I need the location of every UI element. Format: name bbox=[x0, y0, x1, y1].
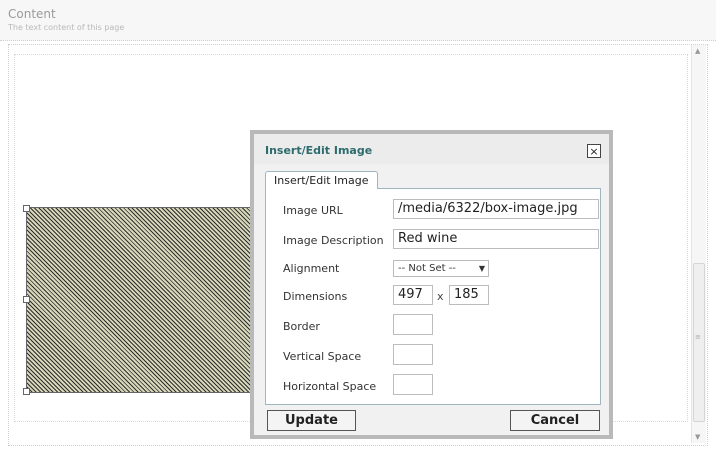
height-input[interactable]: 185 bbox=[449, 285, 489, 305]
horizontal-space-label: Horizontal Space bbox=[283, 380, 377, 393]
dialog-titlebar[interactable]: Insert/Edit Image × bbox=[254, 134, 609, 164]
update-button[interactable]: Update bbox=[267, 410, 356, 431]
image-url-label: Image URL bbox=[283, 204, 343, 217]
image-description-input[interactable]: Red wine bbox=[393, 229, 599, 249]
content-header: Content The text content of this page bbox=[0, 0, 716, 41]
dimensions-separator: x bbox=[437, 290, 444, 303]
resize-handle-middle-left[interactable] bbox=[23, 296, 30, 303]
grip-icon: ≡ bbox=[695, 333, 701, 341]
scroll-up-icon[interactable]: ▲ bbox=[695, 47, 700, 55]
editor-scrollbar[interactable]: ▲ ≡ ▼ bbox=[691, 45, 706, 443]
scroll-down-icon[interactable]: ▼ bbox=[695, 433, 700, 441]
insert-edit-image-dialog: Insert/Edit Image × Insert/Edit Image Im… bbox=[250, 130, 613, 439]
vertical-space-input[interactable] bbox=[393, 344, 433, 365]
resize-handle-top-left[interactable] bbox=[23, 205, 30, 212]
content-subtitle: The text content of this page bbox=[8, 23, 125, 32]
horizontal-space-input[interactable] bbox=[393, 374, 433, 395]
tab-insert-edit-image[interactable]: Insert/Edit Image bbox=[265, 171, 378, 189]
selected-image[interactable] bbox=[26, 207, 278, 393]
resize-handle-bottom-left[interactable] bbox=[23, 388, 30, 395]
dimensions-label: Dimensions bbox=[283, 290, 348, 303]
border-input[interactable] bbox=[393, 314, 433, 335]
dialog-title: Insert/Edit Image bbox=[265, 144, 373, 157]
scroll-thumb[interactable]: ≡ bbox=[693, 263, 705, 422]
close-icon[interactable]: × bbox=[587, 144, 601, 158]
vertical-space-label: Vertical Space bbox=[283, 350, 362, 363]
alignment-select[interactable]: -- Not Set -- ▼ bbox=[393, 260, 489, 277]
cancel-button[interactable]: Cancel bbox=[510, 410, 600, 431]
image-url-input[interactable]: /media/6322/box-image.jpg bbox=[393, 199, 599, 219]
chevron-down-icon: ▼ bbox=[478, 264, 485, 273]
image-description-label: Image Description bbox=[283, 234, 384, 247]
alignment-label: Alignment bbox=[283, 262, 340, 275]
content-title: Content bbox=[8, 7, 56, 21]
image-properties-panel: Image URL /media/6322/box-image.jpg Imag… bbox=[265, 188, 601, 405]
border-label: Border bbox=[283, 320, 320, 333]
alignment-value: -- Not Set -- bbox=[398, 263, 456, 274]
width-input[interactable]: 497 bbox=[393, 285, 433, 305]
